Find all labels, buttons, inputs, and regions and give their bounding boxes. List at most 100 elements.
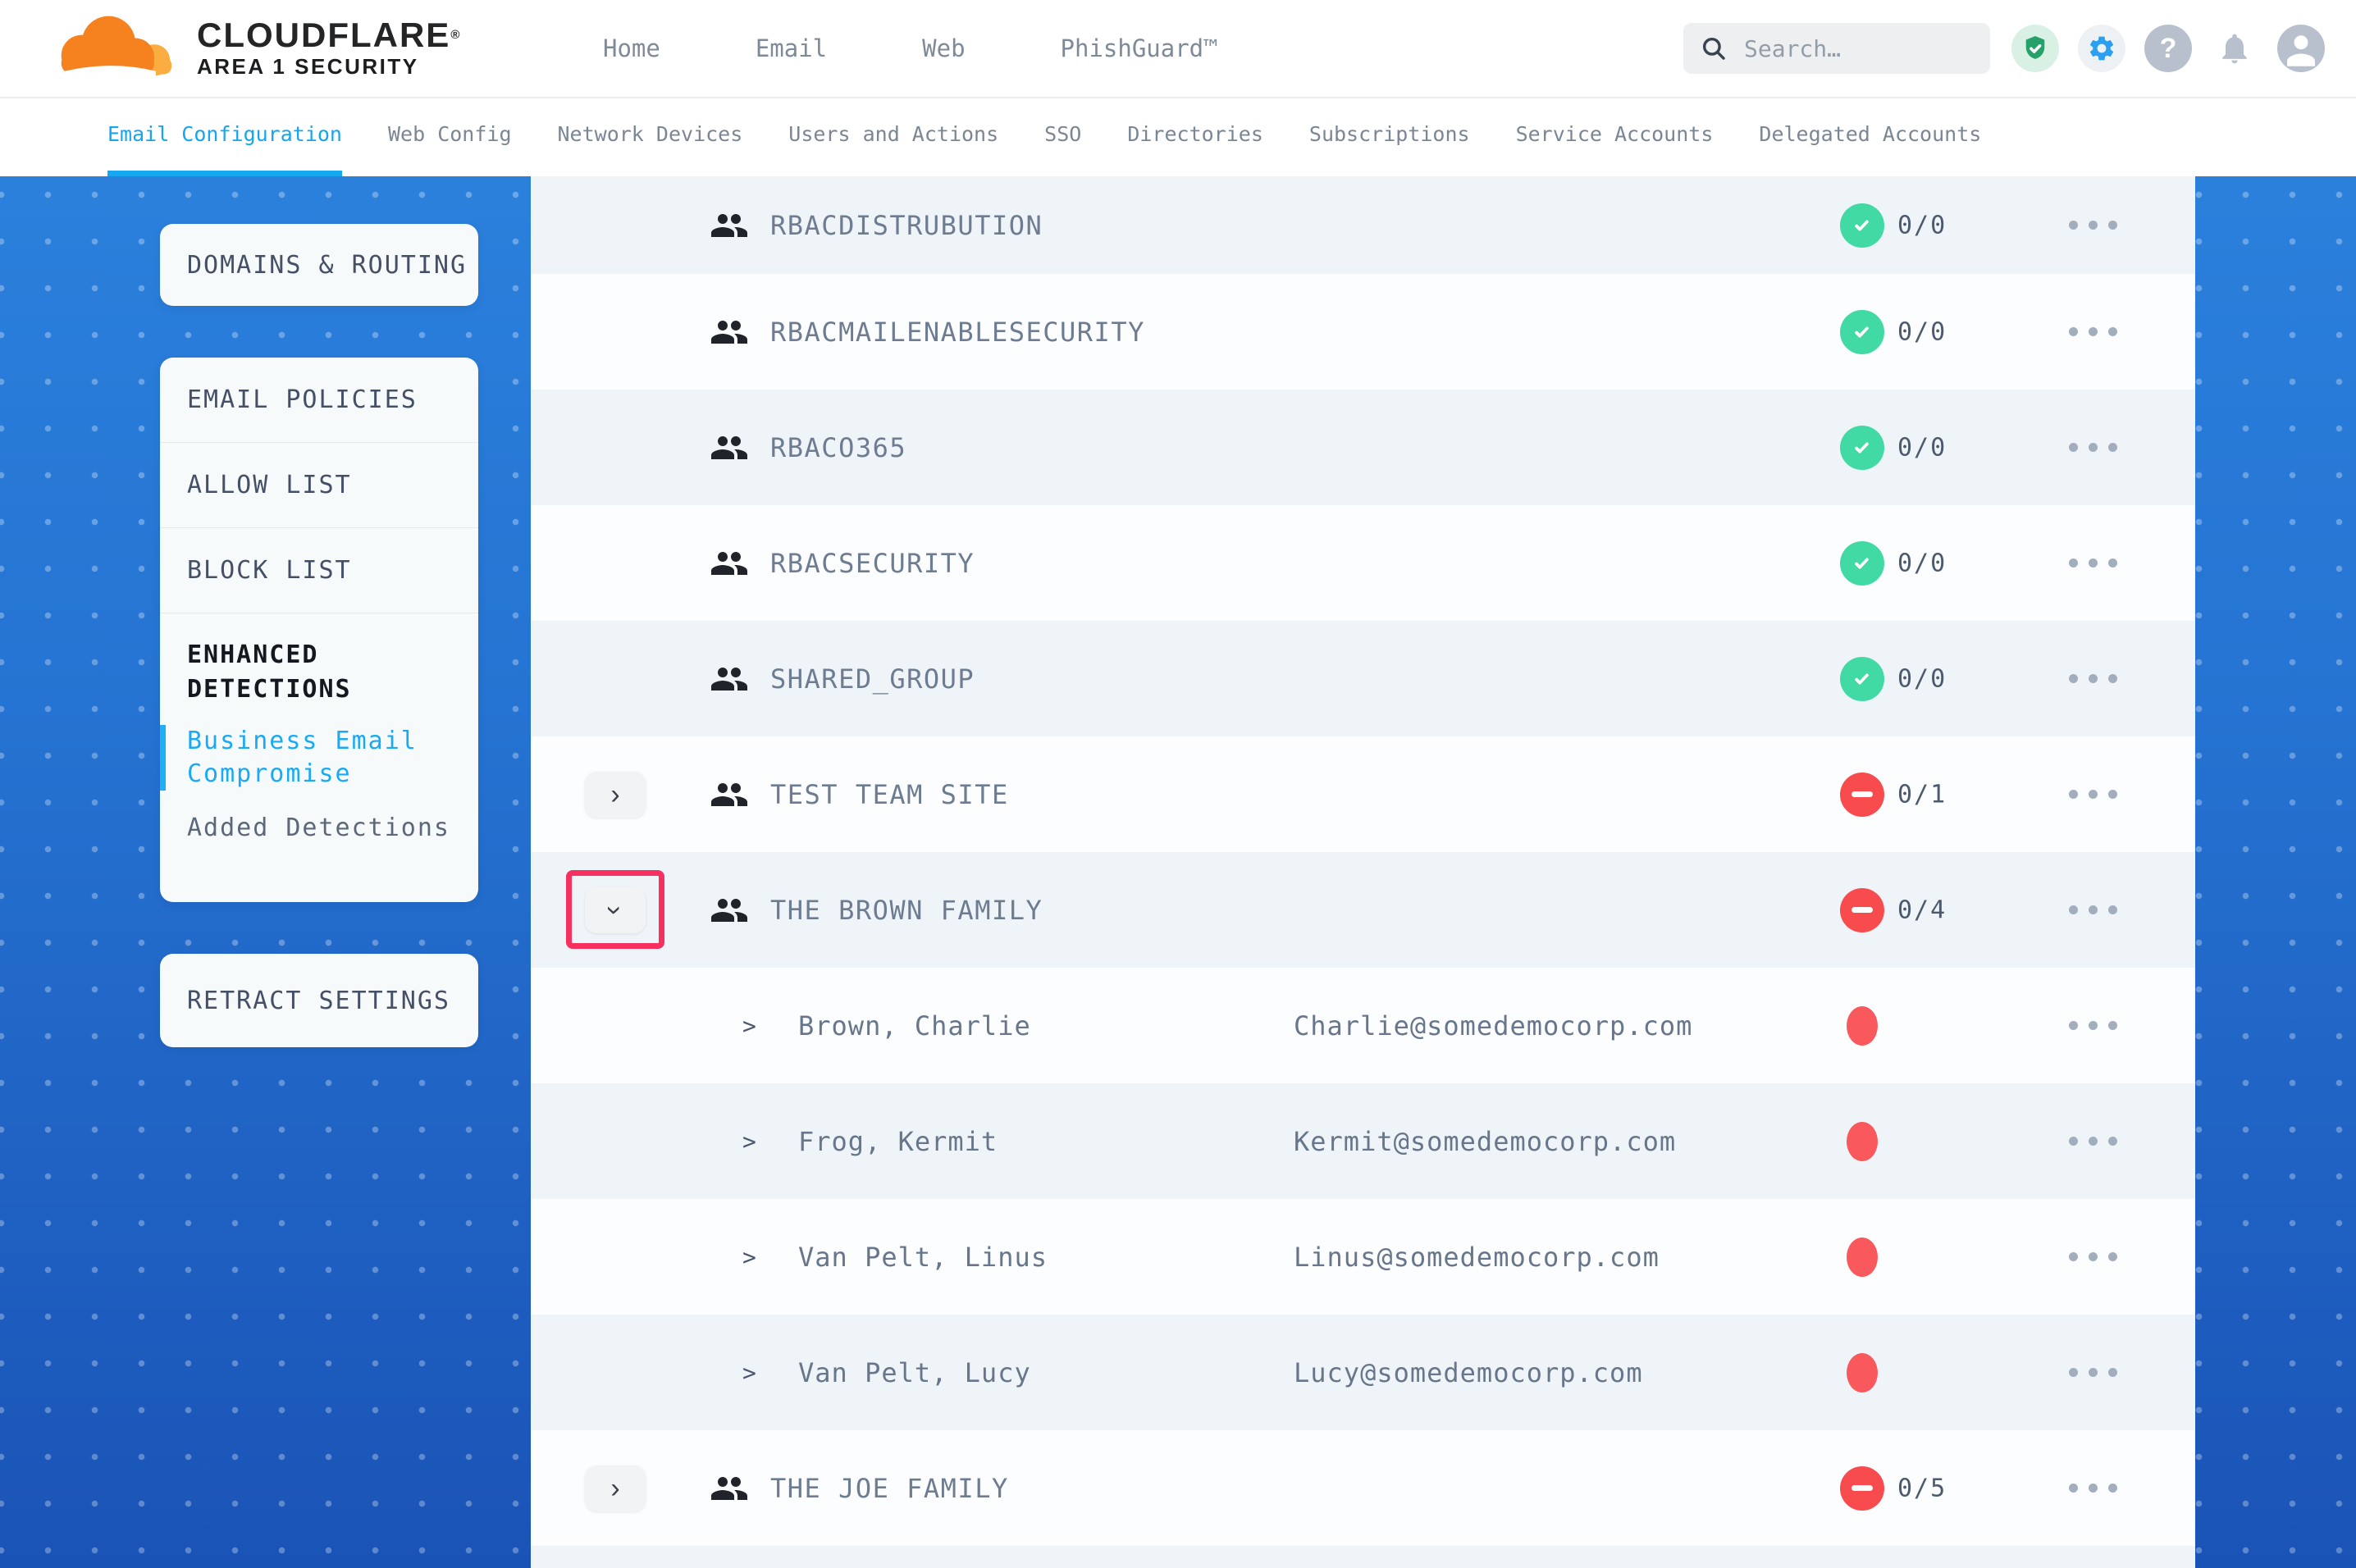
row-menu-button[interactable] [2053,431,2132,464]
cloudflare-logo[interactable]: CLOUDFLARE® AREA 1 SECURITY [43,8,461,87]
nav-item-home[interactable]: Home [603,34,660,62]
search-input[interactable] [1742,34,1974,63]
ellipsis-dot [2089,790,2098,799]
tab-service-accounts[interactable]: Service Accounts [1516,97,1714,176]
ellipsis-dot [2108,674,2117,683]
member-row: >Van Pelt, LinusLinus@somedemocorp.com [531,1199,2195,1315]
member-expand-chevron-icon[interactable]: > [742,1128,756,1155]
member-email: Charlie@somedemocorp.com [1294,1010,1692,1042]
ellipsis-dot [2069,1252,2078,1261]
nav-item-web[interactable]: Web [922,34,965,62]
ellipsis-dot [2069,674,2078,683]
group-icon [710,775,749,814]
group-name: RBACDISTRUBUTION [770,210,1043,241]
member-expand-chevron-icon[interactable]: > [742,1243,756,1270]
primary-nav: Home Email Web PhishGuard™ [603,0,1218,97]
sidebar-item-block-list[interactable]: BLOCK LIST [160,527,478,613]
group-table: RBACDISTRUBUTION 0/0 RBACMAILENABLESECURIT… [531,176,2195,1568]
app-window: CLOUDFLARE® AREA 1 SECURITY Home Email W… [0,0,2356,1568]
sidebar-item-domains-routing[interactable]: DOMAINS & ROUTING [160,251,467,280]
status-pass-badge [1840,541,1884,586]
member-count: 0/0 [1897,664,1947,693]
group-row: ›TEST TEAM SITE0/1 [531,736,2195,852]
member-count: 0/0 [1897,433,1947,462]
group-row: RBACO365 0/0 [531,390,2195,505]
ellipsis-dot [2108,905,2117,914]
tab-users-and-actions[interactable]: Users and Actions [788,97,998,176]
minus-icon [1851,907,1873,913]
row-menu-button[interactable] [2053,1472,2132,1505]
ellipsis-dot [2089,1484,2098,1493]
ellipsis-dot [2089,1252,2098,1261]
member-count: 0/0 [1897,549,1947,577]
ellipsis-dot [2069,327,2078,336]
member-row: >Van Pelt, LucyLucy@somedemocorp.com [531,1315,2195,1430]
member-expand-chevron-icon[interactable]: > [742,1359,756,1386]
sidebar-item-allow-list[interactable]: ALLOW LIST [160,442,478,527]
expand-group-button[interactable]: › [585,772,646,818]
member-email: Kermit@somedemocorp.com [1294,1126,1676,1157]
status-fail-badge [1840,1466,1884,1511]
group-icon [710,428,749,467]
minus-icon [1851,791,1873,797]
ellipsis-dot [2089,1137,2098,1146]
row-menu-button[interactable] [2053,778,2132,811]
shield-check-icon[interactable] [2011,25,2059,72]
row-menu-button[interactable] [2053,1010,2132,1042]
logo-brand: CLOUDFLARE® [197,16,461,54]
sidebar-item-added-detections[interactable]: Added Detections [187,814,459,842]
row-menu-button[interactable] [2053,1125,2132,1158]
settings-gear-icon[interactable] [2078,25,2125,72]
help-icon[interactable]: ? [2144,25,2192,72]
sidebar-card-email-policies: EMAIL POLICIES ALLOW LIST BLOCK LIST ENH… [160,358,478,902]
nav-item-email[interactable]: Email [756,34,827,62]
tab-directories[interactable]: Directories [1127,97,1263,176]
ellipsis-dot [2089,327,2098,336]
row-menu-button[interactable] [2053,894,2132,927]
member-row: >Brown, CharlieCharlie@somedemocorp.com [531,968,2195,1083]
enhanced-detections-heading: ENHANCED DETECTIONS [187,638,441,707]
sidebar-item-email-policies[interactable]: EMAIL POLICIES [160,358,478,442]
ellipsis-dot [2108,221,2117,230]
member-count: 0/0 [1897,211,1947,239]
row-menu-button[interactable] [2053,1241,2132,1274]
tab-web-config[interactable]: Web Config [388,97,512,176]
account-avatar-icon[interactable] [2277,25,2325,72]
tab-sso[interactable]: SSO [1044,97,1081,176]
expand-group-button[interactable]: › [585,1465,646,1511]
ellipsis-dot [2089,674,2098,683]
ellipsis-dot [2108,443,2117,452]
status-fail-badge [1840,888,1884,932]
tab-subscriptions[interactable]: Subscriptions [1309,97,1470,176]
notifications-bell-icon[interactable] [2211,25,2258,72]
sidebar-item-retract-settings[interactable]: RETRACT SETTINGS [160,987,450,1015]
member-name: Van Pelt, Lucy [798,1357,1031,1388]
ellipsis-dot [2108,327,2117,336]
row-menu-button[interactable] [2053,316,2132,349]
question-mark-glyph: ? [2160,33,2177,65]
tab-network-devices[interactable]: Network Devices [558,97,743,176]
status-fail-dot [1847,1238,1878,1277]
logo-text: CLOUDFLARE® AREA 1 SECURITY [197,16,461,79]
group-icon [710,1469,749,1508]
row-menu-button[interactable] [2053,1356,2132,1389]
group-row: RBACDISTRUBUTION 0/0 [531,176,2195,274]
group-name: RBACO365 [770,432,906,463]
member-expand-chevron-icon[interactable]: > [742,1012,756,1039]
row-menu-button[interactable] [2053,547,2132,580]
ellipsis-dot [2089,1368,2098,1377]
top-header: CLOUDFLARE® AREA 1 SECURITY Home Email W… [0,0,2356,98]
ellipsis-dot [2108,1137,2117,1146]
ellipsis-dot [2089,905,2098,914]
sidebar-item-business-email-compromise[interactable]: Business Email Compromise [160,725,458,791]
nav-item-phishguard[interactable]: PhishGuard™ [1061,34,1218,62]
ellipsis-dot [2089,1021,2098,1030]
logo-subtitle: AREA 1 SECURITY [197,54,461,79]
row-menu-button[interactable] [2053,663,2132,695]
row-menu-button[interactable] [2053,209,2132,242]
ellipsis-dot [2069,1484,2078,1493]
tab-email-configuration[interactable]: Email Configuration [107,97,342,176]
group-name: RBACMAILENABLESECURITY [770,317,1145,348]
ellipsis-dot [2069,790,2078,799]
tab-delegated-accounts[interactable]: Delegated Accounts [1759,97,1981,176]
